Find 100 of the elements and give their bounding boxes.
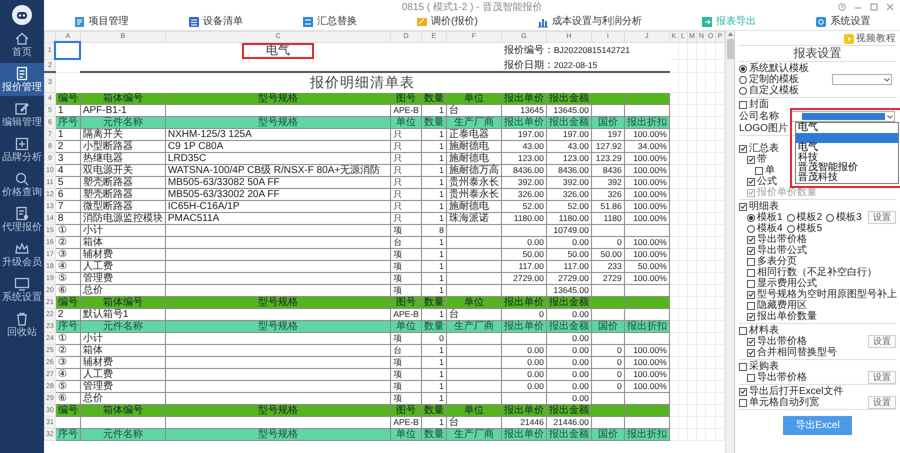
checkbox-label: 导出带价格 — [757, 234, 807, 245]
search-icon — [14, 171, 30, 187]
table-cell: 100.00% — [624, 368, 670, 380]
checkbox[interactable] — [739, 100, 747, 108]
header-cell: 箱体编号 — [80, 404, 166, 416]
sidebar-item[interactable]: 升级会员 — [0, 238, 44, 271]
table-cell: 热继电器 — [80, 152, 166, 164]
table-cell: 2729.00 — [546, 272, 592, 284]
radio-button[interactable] — [739, 64, 747, 72]
settings-button[interactable]: 设置 — [868, 335, 896, 348]
radio-button[interactable] — [739, 76, 747, 84]
header-cell: 单位 — [446, 404, 502, 416]
table-cell: 100.00% — [624, 272, 670, 284]
table-cell: 8436.00 — [546, 164, 592, 176]
checkbox[interactable] — [755, 166, 763, 174]
table-cell: 1180.00 — [546, 212, 592, 224]
checkbox[interactable] — [739, 326, 747, 334]
table-cell: 箱体 — [80, 236, 166, 248]
radio-button[interactable] — [786, 214, 795, 222]
close-icon[interactable] — [886, 3, 894, 11]
quote-number: BJ20220815142721 — [554, 45, 630, 55]
radio-button[interactable] — [747, 214, 755, 222]
table-cell: 392 — [591, 176, 624, 188]
sidebar-item[interactable]: 编辑管理 — [0, 98, 44, 131]
checkbox[interactable] — [747, 178, 755, 186]
checkbox[interactable] — [747, 236, 755, 244]
export-button[interactable]: 导出Excel — [783, 416, 852, 435]
header-cell: 报出单价 — [501, 92, 546, 104]
toolbar-tab[interactable]: 项目管理 — [70, 16, 132, 28]
maximize-icon[interactable] — [870, 3, 878, 11]
checkbox[interactable] — [747, 268, 755, 276]
table-cell: 8436 — [591, 164, 624, 176]
sidebar-item[interactable]: 回收站 — [0, 308, 44, 341]
checkbox[interactable] — [739, 202, 747, 210]
header-cell: 报出金额 — [546, 116, 592, 128]
sidebar-item[interactable]: 系统设置 — [0, 273, 44, 306]
toolbar-tab[interactable]: 系统设置 — [812, 16, 874, 28]
toolbar-tab[interactable]: 汇总替换 — [298, 16, 360, 28]
checkbox[interactable] — [739, 388, 747, 396]
selected-cell[interactable] — [55, 42, 80, 59]
settings-button[interactable]: 设置 — [868, 211, 896, 224]
table-cell: 台 — [390, 344, 422, 356]
sidebar-item[interactable]: 品牌分析 — [0, 133, 44, 166]
table-cell: 双电源开关 — [80, 164, 166, 176]
table-cell: 100.00% — [624, 248, 670, 260]
table-cell: 127.92 — [591, 140, 624, 152]
radio-button[interactable] — [739, 86, 747, 94]
checkbox[interactable] — [747, 246, 755, 254]
help-icon[interactable] — [838, 3, 846, 11]
header-cell: 型号规格 — [165, 116, 391, 128]
company-select[interactable] — [791, 111, 895, 122]
checkbox[interactable] — [739, 398, 747, 406]
table-cell: 100.00% — [624, 152, 670, 164]
sidebar-item[interactable]: 首页 — [0, 28, 44, 61]
table-cell: 0.00 — [546, 236, 592, 248]
checkbox[interactable] — [747, 156, 755, 164]
monitor-icon — [14, 276, 30, 292]
table-cell: PMAC511A — [165, 212, 391, 224]
checkbox[interactable] — [747, 312, 755, 320]
table-cell: ① — [55, 224, 80, 236]
checkbox[interactable] — [747, 302, 755, 310]
bar-chart-icon — [537, 16, 550, 28]
sidebar-item[interactable]: 价格查询 — [0, 168, 44, 201]
checkbox[interactable] — [739, 144, 747, 152]
field-label: LOGO图片 — [739, 123, 788, 134]
plus-box-icon — [14, 136, 30, 152]
edit-icon — [14, 101, 30, 117]
table-cell: 100.00% — [624, 176, 670, 188]
checkbox-label: 导出带价格 — [757, 372, 807, 383]
scroll-up-icon[interactable] — [726, 31, 734, 37]
table-cell: IC65H-C16A/1P — [165, 200, 391, 212]
table-cell: 0.00 — [501, 236, 546, 248]
scrollbar-thumb[interactable] — [726, 39, 734, 59]
toolbar-tab[interactable]: 成本设置与利润分析 — [534, 16, 646, 28]
checkbox[interactable] — [747, 290, 755, 298]
video-tutorial-button[interactable]: 视频教程 — [844, 32, 896, 45]
radio-button[interactable] — [826, 214, 834, 222]
settings-button[interactable]: 设置 — [868, 396, 896, 409]
table-cell: 1 — [421, 128, 446, 140]
sidebar-item[interactable]: 报价管理 — [0, 63, 44, 96]
table-cell: 1 — [421, 152, 446, 164]
table-cell: 1 — [421, 236, 446, 248]
checkbox[interactable] — [739, 362, 747, 370]
sidebar-item[interactable]: 代理报价 — [0, 203, 44, 236]
table-cell: 1 — [421, 380, 446, 392]
checkbox[interactable] — [747, 374, 755, 382]
table-cell: 只 — [390, 212, 422, 224]
toolbar-tab[interactable]: 调价(报价) — [413, 16, 481, 28]
radio-button[interactable] — [747, 224, 755, 232]
checkbox-label: 导出带公式 — [757, 245, 807, 256]
table-cell: ⑤ — [55, 272, 80, 284]
table-cell: 43.00 — [546, 140, 592, 152]
settings-button[interactable]: 设置 — [868, 371, 896, 384]
checkbox[interactable] — [747, 280, 755, 288]
table-cell: 3 — [55, 152, 80, 164]
radio-button[interactable] — [786, 224, 795, 232]
checkbox[interactable] — [747, 258, 755, 266]
toolbar-tab[interactable]: 设备清单 — [184, 16, 246, 28]
checkbox[interactable] — [747, 348, 755, 356]
checkbox[interactable] — [747, 338, 755, 346]
